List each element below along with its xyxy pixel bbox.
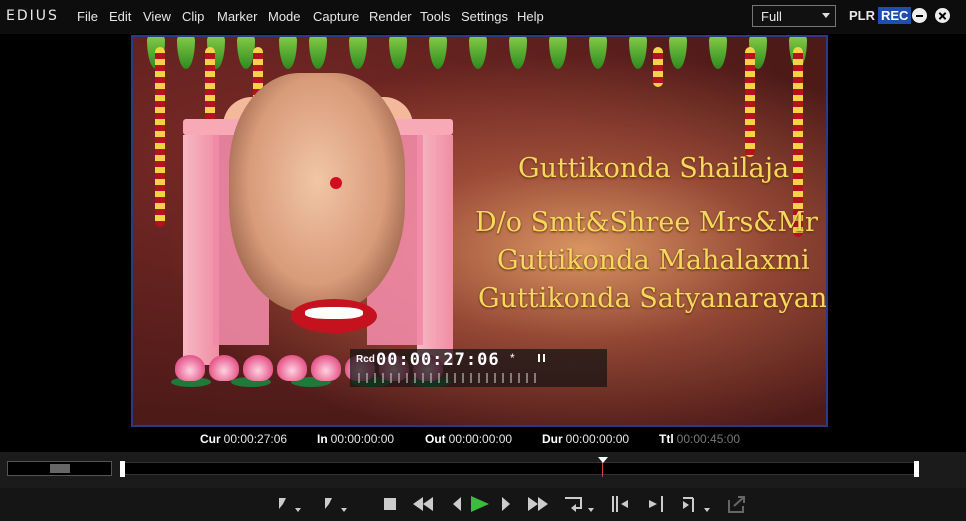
next-frame-icon[interactable] bbox=[493, 492, 519, 516]
menu-render[interactable]: Render bbox=[369, 9, 412, 24]
play-icon[interactable] bbox=[467, 492, 493, 516]
menu-mode[interactable]: Mode bbox=[268, 9, 301, 24]
playhead-marker[interactable] bbox=[598, 457, 608, 463]
cur-timecode: Cur 00:00:27:06 bbox=[200, 432, 287, 446]
in-value: 00:00:00:00 bbox=[330, 432, 395, 446]
shuttle-slider[interactable] bbox=[7, 461, 112, 476]
menu-marker[interactable]: Marker bbox=[217, 9, 257, 24]
dur-timecode: Dur 00:00:00:00 bbox=[542, 432, 629, 446]
position-bar-start bbox=[120, 461, 125, 477]
portrait-smile bbox=[305, 307, 363, 319]
menu-capture[interactable]: Capture bbox=[313, 9, 359, 24]
dur-value: 00:00:00:00 bbox=[565, 432, 630, 446]
cur-label: Cur bbox=[200, 432, 221, 446]
close-icon[interactable] bbox=[935, 8, 950, 23]
pause-icon bbox=[538, 354, 545, 362]
invite-parent-line: D/o Smt&Shree Mrs&Mr bbox=[475, 207, 818, 238]
in-timecode: In 00:00:00:00 bbox=[317, 432, 394, 446]
preview-mode-select[interactable]: Full bbox=[752, 5, 836, 27]
chevron-down-icon[interactable] bbox=[295, 508, 301, 512]
app-logo: EDIUS bbox=[6, 8, 59, 24]
menu-file[interactable]: File bbox=[77, 9, 98, 24]
chevron-down-icon[interactable] bbox=[704, 508, 710, 512]
invite-name: Guttikonda Shailaja bbox=[518, 153, 790, 184]
rcd-label: Rcd bbox=[356, 354, 375, 365]
position-bar-end bbox=[914, 461, 919, 477]
ttl-value: 00:00:45:00 bbox=[676, 432, 741, 446]
cur-value: 00:00:27:06 bbox=[223, 432, 288, 446]
menu-clip[interactable]: Clip bbox=[182, 9, 204, 24]
position-bar[interactable] bbox=[121, 462, 919, 475]
set-in-icon[interactable] bbox=[272, 492, 298, 516]
preview-mode-value: Full bbox=[761, 9, 782, 24]
flower-garland bbox=[653, 47, 663, 87]
loop-icon[interactable] bbox=[561, 492, 587, 516]
menu-edit[interactable]: Edit bbox=[109, 9, 131, 24]
fast-forward-icon[interactable] bbox=[525, 492, 551, 516]
position-strip bbox=[0, 452, 966, 488]
chevron-down-icon[interactable] bbox=[588, 508, 594, 512]
ttl-timecode: Ttl 00:00:45:00 bbox=[659, 432, 740, 446]
menu-bar: EDIUS File Edit View Clip Marker Mode Ca… bbox=[0, 0, 966, 34]
invite-mother-name: Guttikonda Mahalaxmi bbox=[497, 245, 810, 276]
bride-portrait bbox=[229, 73, 405, 313]
export-icon[interactable] bbox=[724, 492, 750, 516]
chevron-down-icon[interactable] bbox=[341, 508, 347, 512]
plr-indicator: PLR bbox=[849, 8, 875, 23]
out-label: Out bbox=[425, 432, 446, 446]
minimize-icon[interactable] bbox=[912, 8, 927, 23]
menu-tools[interactable]: Tools bbox=[420, 9, 450, 24]
dur-label: Dur bbox=[542, 432, 563, 446]
rec-indicator: REC bbox=[878, 7, 912, 24]
invite-father-name: Guttikonda Satyanarayana bbox=[478, 283, 828, 314]
overwrite-to-timeline-icon[interactable] bbox=[643, 492, 669, 516]
trim-icon[interactable] bbox=[677, 492, 703, 516]
out-timecode: Out 00:00:00:00 bbox=[425, 432, 512, 446]
timecode-overlay: Rcd 00:00:27:06 * bbox=[350, 349, 607, 387]
out-value: 00:00:00:00 bbox=[448, 432, 513, 446]
playback-controls bbox=[0, 488, 966, 521]
menu-help[interactable]: Help bbox=[517, 9, 544, 24]
leaf-garland-decoration bbox=[133, 37, 826, 77]
set-out-icon[interactable] bbox=[316, 492, 342, 516]
menu-view[interactable]: View bbox=[143, 9, 171, 24]
rewind-icon[interactable] bbox=[410, 492, 436, 516]
bindi bbox=[330, 177, 342, 189]
shuttle-thumb[interactable] bbox=[50, 464, 70, 473]
flower-garland bbox=[745, 47, 755, 157]
audio-meters bbox=[358, 373, 538, 383]
flower-garland bbox=[155, 47, 165, 227]
overlay-star: * bbox=[510, 351, 515, 365]
in-label: In bbox=[317, 432, 328, 446]
insert-to-timeline-icon[interactable] bbox=[608, 492, 634, 516]
menu-settings[interactable]: Settings bbox=[461, 9, 508, 24]
ttl-label: Ttl bbox=[659, 432, 674, 446]
overlay-timecode: 00:00:27:06 bbox=[376, 350, 500, 370]
stop-icon[interactable] bbox=[377, 492, 403, 516]
chevron-down-icon bbox=[822, 13, 830, 18]
